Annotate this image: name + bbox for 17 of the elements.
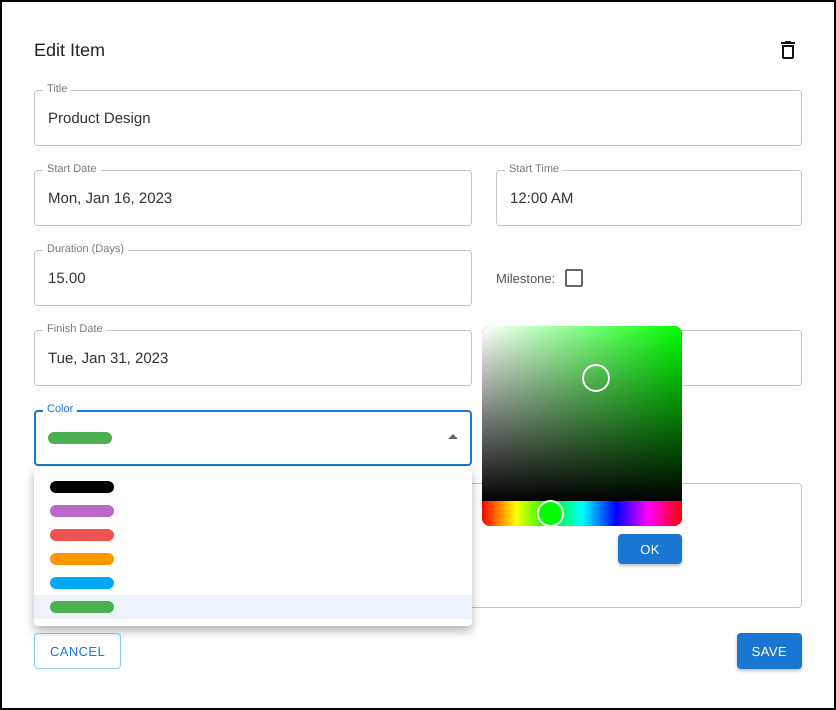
field-value: 12:00 AM (510, 190, 574, 206)
hue-slider[interactable] (482, 501, 682, 526)
dialog-title: Edit Item (34, 40, 106, 60)
field-value: 15.00 (48, 270, 86, 286)
caret-icon[interactable] (448, 434, 458, 439)
save-button[interactable]: SAVE (736, 633, 802, 669)
field-value: Product Design (48, 110, 151, 126)
ok-button[interactable]: OK (618, 534, 682, 564)
slider-thumb[interactable] (537, 500, 564, 526)
field-value: Tue, Jan 31, 2023 (48, 350, 168, 366)
cancel-button[interactable]: CANCEL (34, 633, 122, 669)
field-value: Mon, Jan 16, 2023 (48, 190, 172, 206)
picker-handle[interactable] (582, 364, 610, 392)
checkbox[interactable] (565, 269, 584, 287)
color-option[interactable] (34, 595, 472, 619)
checkbox-label: Milestone: (496, 270, 556, 286)
field-label: Duration (Days) (43, 243, 128, 256)
